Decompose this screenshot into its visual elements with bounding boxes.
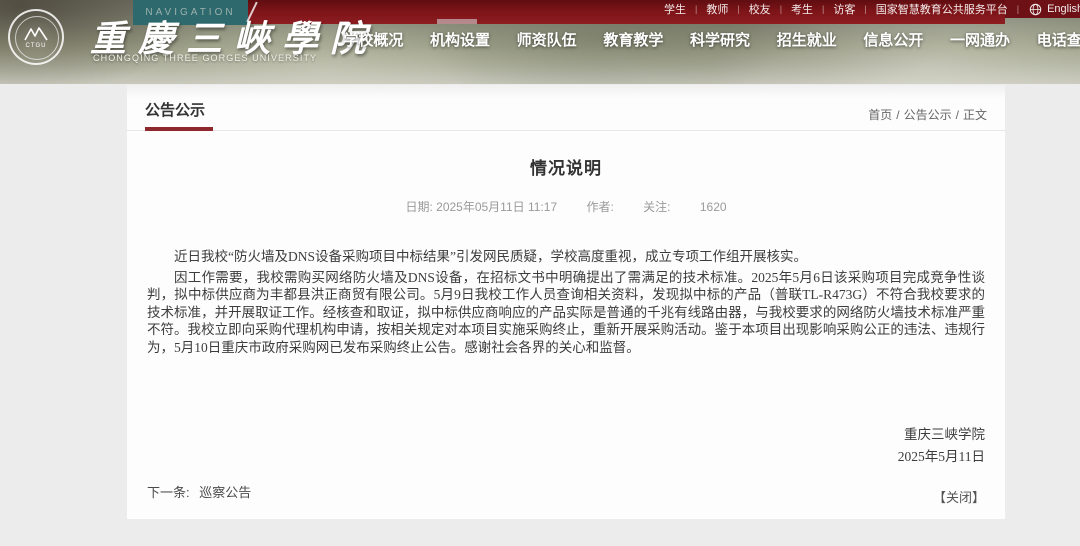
- breadcrumb[interactable]: 首页 / 公告公示 / 正文: [868, 106, 987, 123]
- article-signature: 重庆三峡学院 2025年5月11日: [147, 424, 985, 468]
- breadcrumb-item[interactable]: 公告公示: [904, 108, 952, 122]
- nav-menu-item[interactable]: 师资队伍: [503, 29, 590, 50]
- quicklink-item[interactable]: 国家智慧教育公共服务平台: [876, 1, 1008, 17]
- section-title: 公告公示: [145, 102, 205, 119]
- nav-menu-item[interactable]: 电话查询: [1023, 29, 1080, 50]
- nav-menu-item[interactable]: 信息公开: [850, 29, 937, 50]
- meta-author-label: 作者:: [586, 200, 613, 214]
- article-paragraph: 因工作需要，我校需购买网络防火墙及DNS设备，在招标文书中明确提出了需满足的技术…: [147, 269, 985, 357]
- separator: |: [737, 4, 739, 14]
- site-header: NAVIGATION 学生|教师|校友|考生|访客|国家智慧教育公共服务平台 |…: [0, 0, 1080, 84]
- signature-date: 2025年5月11日: [147, 446, 985, 468]
- section-title-underline: [145, 127, 213, 131]
- nav-menu-item[interactable]: 机构设置: [417, 29, 504, 50]
- seal-inner-ring: [15, 16, 59, 60]
- nav-menu-item[interactable]: 招生就业: [763, 29, 850, 50]
- close-button[interactable]: 【关闭】: [933, 487, 985, 506]
- article-title: 情况说明: [127, 154, 1005, 179]
- separator: |: [695, 4, 697, 14]
- meta-views-label: 关注:: [643, 200, 670, 214]
- meta-date-value: 2025年05月11日 11:17: [436, 200, 557, 214]
- nav-menu-item[interactable]: 科学研究: [677, 29, 764, 50]
- quicklink-item[interactable]: 访客: [833, 1, 855, 17]
- language-switch-english[interactable]: English: [1047, 3, 1080, 15]
- breadcrumb-item[interactable]: 首页: [868, 108, 892, 122]
- nav-menu-item[interactable]: 学校概况: [330, 29, 417, 50]
- signature-organization: 重庆三峡学院: [147, 424, 985, 446]
- prev-article-label: 下一条:: [147, 485, 190, 500]
- prev-article-row: 下一条: 巡察公告: [147, 482, 251, 501]
- article-body: 近日我校“防火墙及DNS设备采购项目中标结果”引发网民质疑，学校高度重视，成立专…: [147, 248, 985, 356]
- section-divider: [127, 130, 1005, 131]
- prev-article-link[interactable]: 巡察公告: [199, 485, 251, 500]
- meta-views-value: 1620: [700, 200, 727, 214]
- divider-line: [127, 130, 1005, 131]
- nav-menu-item[interactable]: 教育教学: [590, 29, 677, 50]
- quick-links-bar: 学生 | 教师 | 校友 | 考生 | 访客 | 国家智慧教育公共服务平台 | English: [664, 0, 1080, 18]
- article-meta-row: 日期: 2025年05月11日 11:17 作者: 关注: 1620: [127, 198, 1005, 215]
- article-paragraph: 近日我校“防火墙及DNS设备采购项目中标结果”引发网民质疑，学校高度重视，成立专…: [147, 248, 985, 266]
- meta-date-group: 日期: 2025年05月11日 11:17: [405, 200, 560, 214]
- meta-author-group: 作者:: [586, 200, 617, 214]
- quicklink-item[interactable]: 校友: [749, 1, 771, 17]
- university-name-english: CHONGQING THREE GORGES UNIVERSITY: [93, 53, 317, 63]
- separator: |: [864, 4, 866, 14]
- university-seal-logo[interactable]: CTGU: [8, 9, 64, 65]
- separator: |: [1017, 4, 1019, 14]
- section-header-row: 公告公示 首页 / 公告公示 / 正文: [127, 85, 1005, 120]
- quicklink-item[interactable]: 学生: [664, 1, 686, 17]
- separator: /: [956, 108, 959, 122]
- main-navigation: 学校概况机构设置师资队伍教育教学科学研究招生就业信息公开一网通办电话查询: [330, 29, 1080, 50]
- nav-menu-item[interactable]: 一网通办: [937, 29, 1024, 50]
- quick-links-list: 学生 | 教师 | 校友 | 考生 | 访客 | 国家智慧教育公共服务平台: [664, 1, 1008, 17]
- meta-views-group: 关注: 1620: [643, 200, 726, 214]
- nav-active-indicator: [437, 19, 477, 24]
- quicklink-item[interactable]: 考生: [791, 1, 813, 17]
- meta-date-label: 日期:: [405, 200, 432, 214]
- breadcrumb-item[interactable]: 正文: [963, 108, 987, 122]
- content-panel: 公告公示 首页 / 公告公示 / 正文 情况说明 日期: 2025年05月11日 11:…: [127, 85, 1005, 519]
- article-footer-row: 下一条: 巡察公告 【关闭】: [147, 482, 985, 506]
- separator: /: [896, 108, 899, 122]
- globe-icon: [1029, 3, 1042, 16]
- quicklink-item[interactable]: 教师: [706, 1, 728, 17]
- separator: |: [822, 4, 824, 14]
- separator: |: [780, 4, 782, 14]
